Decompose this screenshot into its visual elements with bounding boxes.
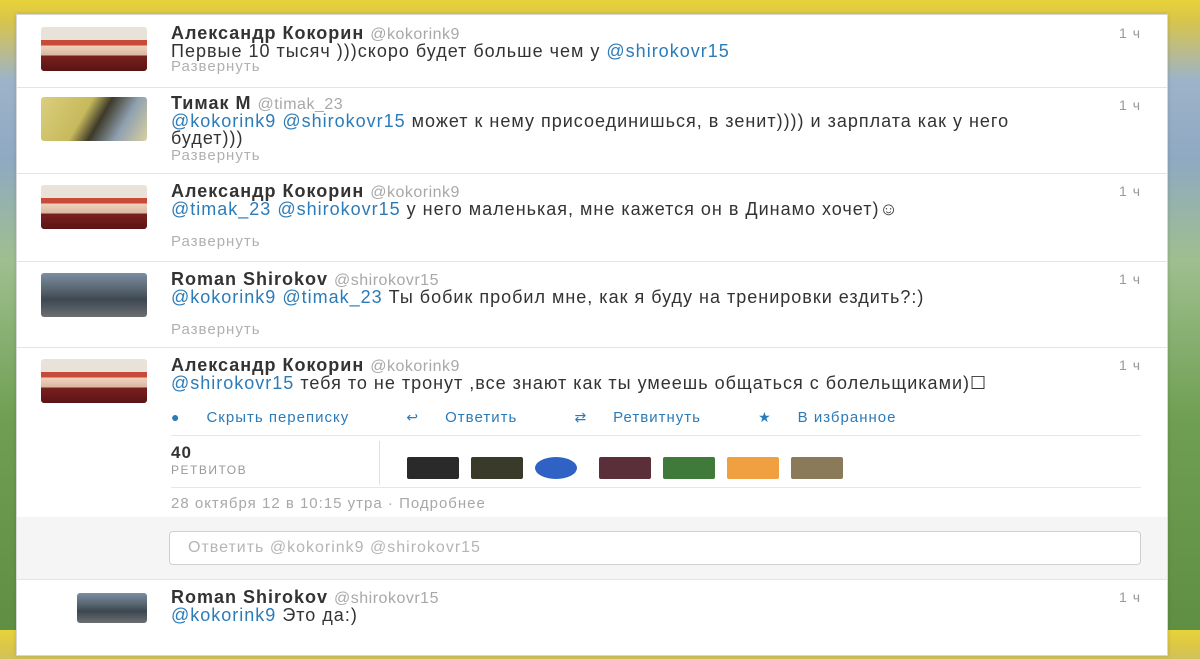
reply-arrow-icon: ↩	[406, 409, 420, 425]
favorite-button[interactable]: ★ В избранное	[758, 409, 922, 426]
tweet-item[interactable]: Тимак М @timak_23 1 ч @kokorink9 @shiroko…	[17, 87, 1167, 174]
divider	[171, 487, 1141, 488]
tweet-actions: ● Скрыть переписку ↩ Ответить ⇄ Ретвитнуть …	[171, 409, 948, 426]
expand-link[interactable]: Развернуть	[171, 321, 261, 338]
tweet-text: @kokorink9 @shirokovr15 может к нему при…	[171, 111, 1010, 148]
retweet-count: 40	[171, 443, 192, 462]
tweet-time[interactable]: 1 ч	[1119, 25, 1141, 41]
reply-input[interactable]: Ответить @kokorink9 @shirokovr15	[169, 531, 1141, 565]
tweet-text: @kokorink9 Это да:)	[171, 605, 358, 625]
mention-link[interactable]: @shirokovr15	[606, 41, 729, 61]
tweet-text: @timak_23 @shirokovr15 у него маленькая,…	[171, 199, 899, 219]
divider	[171, 435, 1141, 436]
tweet-time[interactable]: 1 ч	[1119, 271, 1141, 287]
tweet-time[interactable]: 1 ч	[1119, 357, 1141, 373]
tweet-item-expanded[interactable]: Александр Кокорин @kokorink9 1 ч @shiroko…	[17, 347, 1167, 517]
avatar[interactable]	[77, 593, 147, 623]
expand-link[interactable]: Развернуть	[171, 147, 261, 164]
divider	[379, 441, 380, 485]
tweet-time[interactable]: 1 ч	[1119, 97, 1141, 113]
mention-link[interactable]: @shirokovr15	[171, 373, 294, 393]
avatar[interactable]	[41, 273, 147, 317]
speech-bubble-icon: ●	[171, 409, 181, 425]
tweet-date: 28 октября 12 в 10:15 утра · Подробнее	[171, 495, 486, 512]
retweet-count-label: РЕТВИТОВ	[171, 463, 248, 477]
mention-link[interactable]: @shirokovr15	[282, 111, 405, 131]
avatar[interactable]	[41, 27, 147, 71]
details-link[interactable]: Подробнее	[399, 495, 486, 512]
mention-link[interactable]: @kokorink9	[171, 605, 276, 625]
hide-conversation-button[interactable]: ● Скрыть переписку	[171, 409, 375, 426]
timeline-panel: Александр Кокорин @kokorink9 1 ч Первые 1…	[16, 14, 1168, 656]
reply-placeholder: Ответить @kokorink9 @shirokovr15	[188, 539, 481, 556]
tweet-text: Первые 10 тысяч )))скоро будет больше че…	[171, 41, 730, 61]
tweet-text: @kokorink9 @timak_23 Ты бобик пробил мне…	[171, 287, 925, 307]
tweet-item[interactable]: Александр Кокорин @kokorink9 1 ч @timak_2…	[17, 173, 1167, 262]
mention-link[interactable]: @shirokovr15	[277, 199, 400, 219]
retweet-button[interactable]: ⇄ Ретвитнуть	[574, 409, 726, 426]
tweet-item[interactable]: Roman Shirokov @shirokovr15 1 ч @kokorink…	[17, 261, 1167, 348]
mention-link[interactable]: @timak_23	[171, 199, 271, 219]
reply-button[interactable]: ↩ Ответить	[406, 409, 543, 426]
tweet-item[interactable]: Александр Кокорин @kokorink9 1 ч Первые 1…	[17, 15, 1167, 88]
retweet-icon: ⇄	[574, 409, 588, 425]
retweet-stats[interactable]: 40 РЕТВИТОВ	[171, 443, 247, 477]
retweeter-avatar[interactable]	[535, 457, 577, 479]
retweeter-avatar[interactable]	[471, 457, 523, 479]
expand-link[interactable]: Развернуть	[171, 233, 261, 250]
avatar[interactable]	[41, 185, 147, 229]
retweeter-avatar[interactable]	[599, 457, 651, 479]
tweet-item[interactable]: Roman Shirokov @shirokovr15 1 ч @kokorink…	[17, 579, 1167, 659]
expand-link[interactable]: Развернуть	[171, 58, 261, 75]
retweeter-avatar[interactable]	[407, 457, 459, 479]
mention-link[interactable]: @kokorink9	[171, 287, 276, 307]
tweet-time[interactable]: 1 ч	[1119, 183, 1141, 199]
star-icon: ★	[758, 409, 772, 425]
retweeter-avatar[interactable]	[663, 457, 715, 479]
tweet-time[interactable]: 1 ч	[1119, 589, 1141, 605]
retweeter-avatar[interactable]	[727, 457, 779, 479]
tweet-text: @shirokovr15 тебя то не тронут ,все знаю…	[171, 373, 988, 393]
retweeter-avatar[interactable]	[791, 457, 843, 479]
avatar[interactable]	[41, 97, 147, 141]
avatar[interactable]	[41, 359, 147, 403]
mention-link[interactable]: @timak_23	[282, 287, 382, 307]
